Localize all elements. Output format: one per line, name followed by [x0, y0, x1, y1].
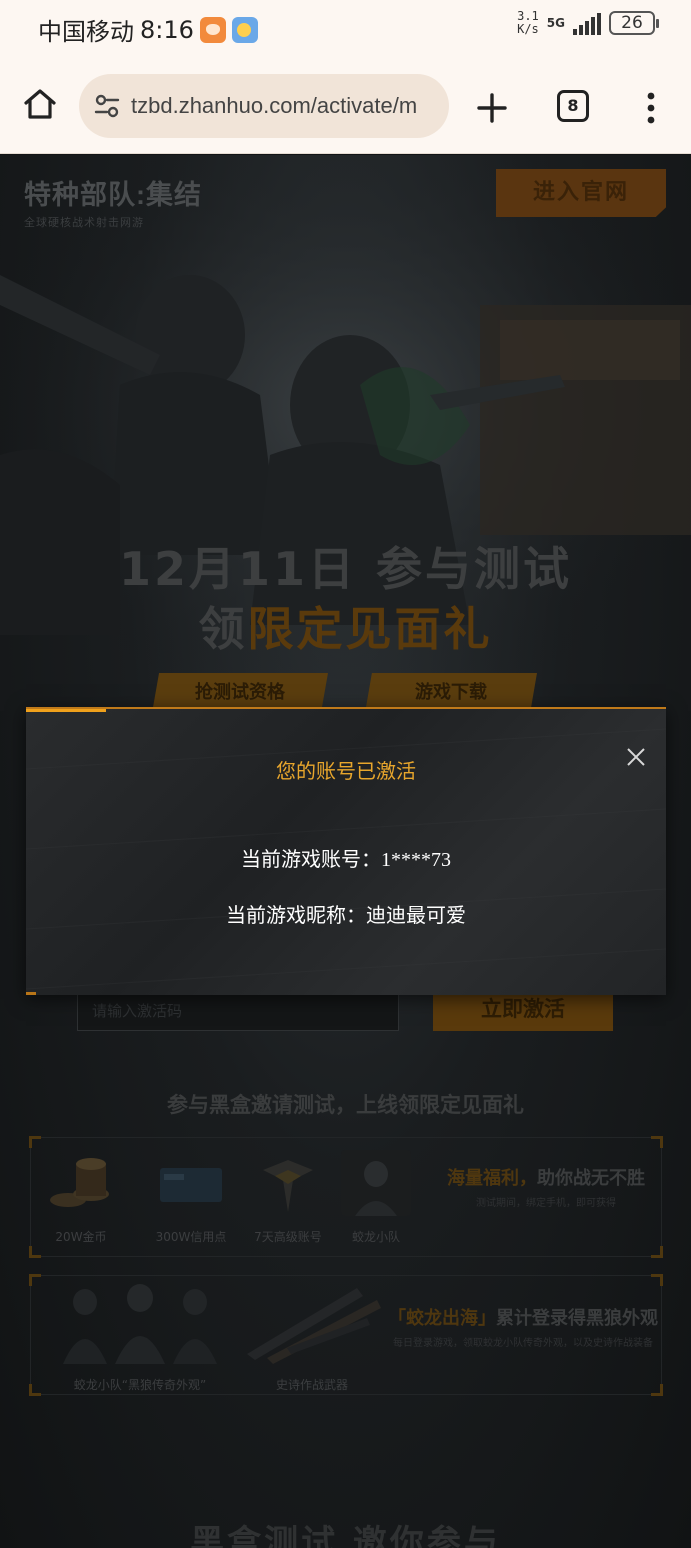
reward-epic-weapons: 史诗作战武器	[237, 1278, 387, 1393]
promo-title-highlight: 海量福利，	[447, 1168, 537, 1189]
url-text: tzbd.zhanhuo.com/activate/m	[131, 93, 418, 118]
promo-subtitle: 每日登录游戏，领取蛟龙小队传奇外观，以及史诗作战装备	[393, 1338, 653, 1349]
reward-premium-account: 7天高级账号	[243, 1150, 333, 1245]
close-icon[interactable]	[624, 745, 648, 769]
promo-title-rest: 累计登录得黑狼外观	[496, 1308, 658, 1329]
reward-gold-coins: 20W金币	[41, 1150, 121, 1245]
clock-time: 8:16	[140, 15, 194, 44]
promo-benefits: 海量福利，助你战无不胜 测试期间，绑定手机，即可获得	[431, 1164, 661, 1209]
promo-title-highlight: 「蛟龙出海」	[388, 1308, 496, 1329]
dialog-title: 您的账号已激活	[276, 759, 416, 783]
reward-label: 史诗作战武器	[275, 1378, 348, 1392]
logo-title: 特种部队:集结	[24, 180, 202, 210]
status-left: 中国移动 8:16	[38, 12, 258, 47]
carrier-name: 中国移动	[38, 18, 134, 46]
game-logo: 特种部队:集结 全球硬核战术射击网游	[24, 173, 202, 230]
tab-switcher-button[interactable]: 8	[557, 90, 589, 122]
squad-icon	[63, 1284, 217, 1364]
activation-code-input[interactable]: 请输入激活码	[77, 991, 399, 1031]
account-label: 当前游戏账号：	[241, 847, 381, 871]
reward-black-wolf-skin: 蛟龙小队“黑狼传奇外观”	[45, 1278, 235, 1393]
promo-login-reward: 「蛟龙出海」累计登录得黑狼外观 每日登录游戏，领取蛟龙小队传奇外观，以及史诗作战…	[383, 1304, 663, 1349]
reward-credits: 300W信用点	[146, 1150, 236, 1245]
invite-test-title: 参与黑盒邀请测试，上线领限定见面礼	[167, 1093, 524, 1117]
new-tab-icon[interactable]	[474, 90, 510, 126]
home-icon[interactable]	[20, 84, 60, 124]
reward-label: 20W金币	[55, 1230, 107, 1244]
account-info-row: 当前游戏账号：1****73	[26, 843, 666, 872]
reward-label: 蛟龙小队	[351, 1230, 400, 1244]
headline-gift-highlight: 限定见面礼	[247, 602, 493, 656]
nickname-info-row: 当前游戏昵称：迪迪最可爱	[26, 899, 666, 928]
reward-label: 7天高级账号	[254, 1230, 322, 1244]
promo-title-rest: 助你战无不胜	[537, 1168, 645, 1189]
nickname-label: 当前游戏昵称：	[226, 903, 366, 927]
more-menu-icon[interactable]	[640, 88, 662, 128]
account-value: 1****73	[381, 849, 451, 871]
promo-title: 海量福利，助你战无不胜	[431, 1164, 661, 1190]
coins-icon	[50, 1158, 109, 1207]
network-type: 5G	[546, 16, 565, 30]
headline-gift-prefix: 领	[198, 602, 248, 656]
dialog-accent	[26, 992, 36, 995]
reward-label: 300W信用点	[155, 1230, 227, 1244]
activation-success-dialog: 您的账号已激活 当前游戏账号：1****73 当前游戏昵称：迪迪最可爱	[26, 707, 666, 995]
site-settings-icon[interactable]	[93, 92, 121, 120]
reward-label: 蛟龙小队“黑狼传奇外观”	[73, 1378, 207, 1392]
network-speed: 3.1 K/s	[517, 10, 539, 36]
signal-icon	[573, 11, 601, 35]
browser-toolbar: tzbd.zhanhuo.com/activate/m 8	[0, 52, 691, 154]
enter-official-site-button[interactable]: 进入官网	[496, 169, 666, 217]
headline-date: 12月11日 参与测试	[118, 542, 573, 596]
status-right: 3.1 K/s 5G 26	[517, 10, 659, 36]
logo-subtitle: 全球硬核战术射击网游	[24, 216, 144, 229]
rewards-panel-1: 20W金币 300W信用点 7天高级账号 蛟龙小队 海量福利，助你战无不胜 测试…	[29, 1136, 663, 1258]
nickname-value: 迪迪最可爱	[366, 903, 466, 927]
promo-subtitle: 测试期间，绑定手机，即可获得	[476, 1198, 616, 1209]
rewards-panel-2: 蛟龙小队“黑狼传奇外观” 史诗作战武器 「蛟龙出海」累计登录得黑狼外观 每日登录…	[29, 1274, 663, 1396]
address-bar[interactable]: tzbd.zhanhuo.com/activate/m	[79, 74, 449, 138]
notification-app-icon	[199, 16, 226, 43]
wings-badge-icon	[263, 1160, 313, 1212]
network-speed-unit: K/s	[517, 22, 539, 36]
reward-jiaolong-squad: 蛟龙小队	[336, 1150, 416, 1245]
credit-card-icon	[160, 1168, 222, 1202]
weapons-icon	[247, 1288, 381, 1364]
weather-icon	[231, 16, 258, 43]
bottom-section-title: 黑盒测试 邀你参与	[190, 1523, 501, 1548]
headline-gift: 领限定见面礼	[0, 593, 691, 659]
battery-icon: 26	[609, 11, 659, 35]
promo-title: 「蛟龙出海」累计登录得黑狼外观	[383, 1304, 663, 1330]
status-bar: 中国移动 8:16 3.1 K/s 5G 26	[0, 0, 691, 52]
soldier-icon	[341, 1150, 411, 1216]
